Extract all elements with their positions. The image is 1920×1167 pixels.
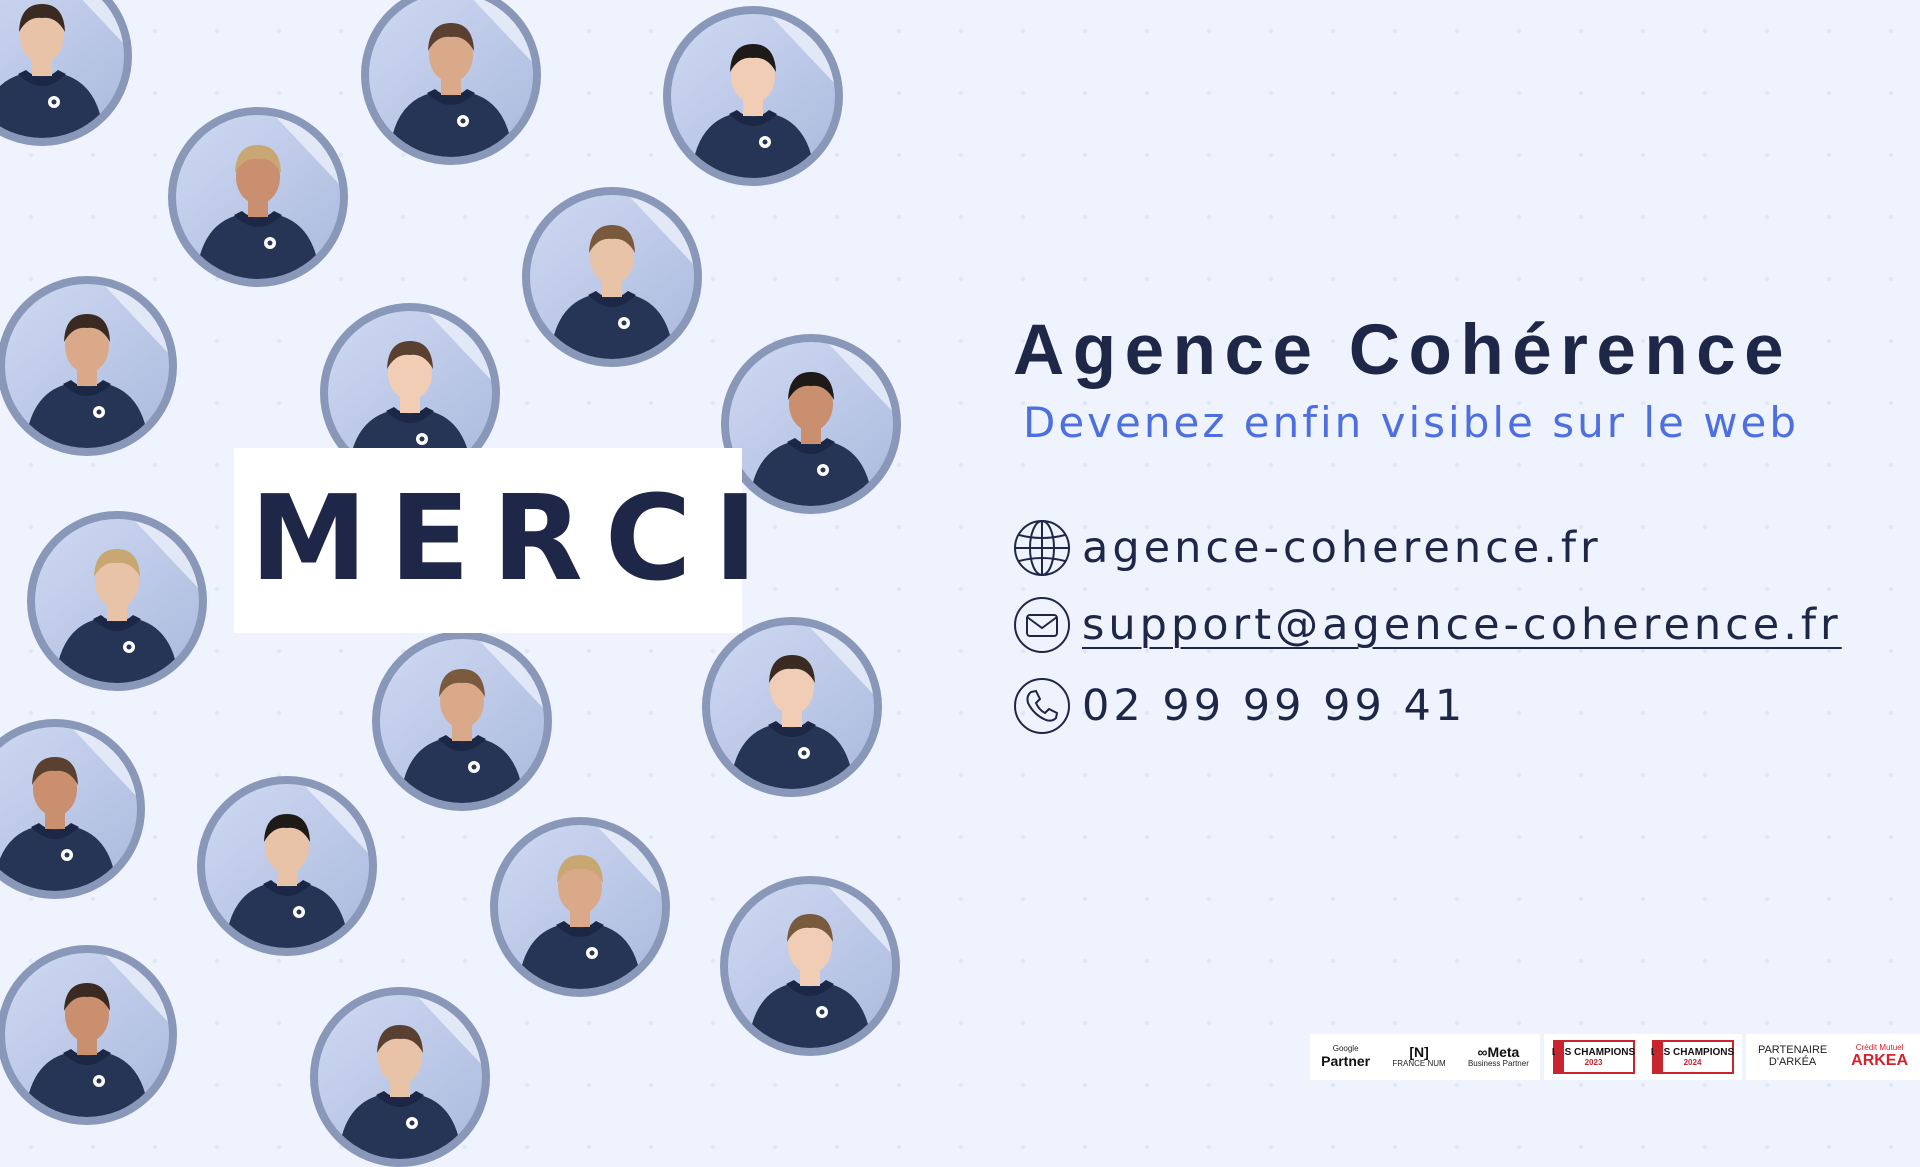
team-member-photo bbox=[0, 945, 177, 1125]
team-member-photo bbox=[361, 0, 541, 165]
team-member-photo bbox=[27, 511, 207, 691]
phone-contact[interactable]: 02 99 99 99 41 bbox=[1012, 676, 1466, 736]
agency-tagline: Devenez enfin visible sur le web bbox=[1023, 398, 1800, 447]
phone-icon bbox=[1012, 676, 1072, 736]
team-member-photo bbox=[372, 631, 552, 811]
champions-2023-badge: LES CHAMPIONS 2023 bbox=[1552, 1040, 1635, 1074]
phone-number[interactable]: 02 99 99 99 41 bbox=[1082, 681, 1466, 731]
credit-mutuel-arkea-logo: Crédit Mutuel ARKEA bbox=[1851, 1043, 1909, 1069]
team-member-photo bbox=[197, 776, 377, 956]
meta-business-partner-logo: ∞Meta Business Partner bbox=[1467, 1044, 1529, 1069]
team-member-photo bbox=[0, 276, 177, 456]
team-member-photo bbox=[168, 107, 348, 287]
arkea-partner-text: PARTENAIRE D'ARKÉA bbox=[1757, 1044, 1828, 1068]
team-member-photo bbox=[663, 6, 843, 186]
partner-logos-group-1: Google Partner [N] FRANCE NUM ∞Meta Busi… bbox=[1310, 1034, 1540, 1080]
champions-2024-badge: LES CHAMPIONS 2024 bbox=[1651, 1040, 1734, 1074]
google-partner-logo: Google Partner bbox=[1321, 1044, 1371, 1069]
website-link[interactable]: agence-coherence.fr bbox=[1082, 523, 1602, 573]
partner-logos-group-2: LES CHAMPIONS 2023 LES CHAMPIONS 2024 bbox=[1544, 1034, 1742, 1080]
website-contact[interactable]: agence-coherence.fr bbox=[1012, 518, 1602, 578]
team-member-photo bbox=[702, 617, 882, 797]
team-member-photo bbox=[720, 876, 900, 1056]
email-contact[interactable]: support@agence-coherence.fr bbox=[1012, 595, 1842, 655]
merci-title: MERCI bbox=[250, 469, 780, 607]
globe-icon bbox=[1012, 518, 1072, 578]
agency-name: Agence Cohérence bbox=[1013, 311, 1793, 390]
team-member-photo bbox=[310, 987, 490, 1167]
email-link[interactable]: support@agence-coherence.fr bbox=[1082, 600, 1842, 650]
mail-icon bbox=[1012, 595, 1072, 655]
partner-logos-group-3: PARTENAIRE D'ARKÉA Crédit Mutuel ARKEA bbox=[1746, 1034, 1920, 1080]
team-member-photo bbox=[522, 187, 702, 367]
france-num-logo: [N] FRANCE NUM bbox=[1392, 1044, 1446, 1069]
team-member-photo bbox=[490, 817, 670, 997]
team-member-photo bbox=[0, 0, 132, 146]
team-member-photo bbox=[0, 719, 145, 899]
